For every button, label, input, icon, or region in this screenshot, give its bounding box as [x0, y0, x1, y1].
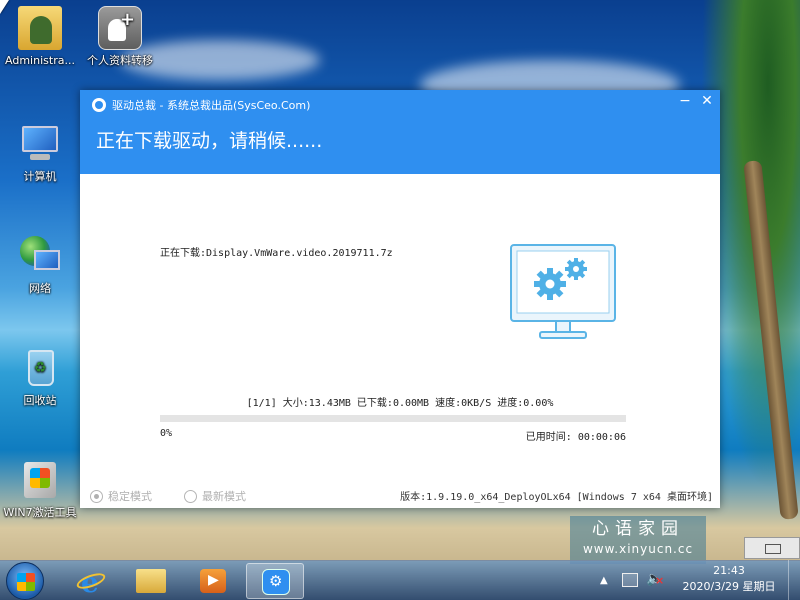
downloading-file-label: 正在下载:Display.VmWare.video.2019711.7z [160, 248, 393, 259]
folder-icon [136, 569, 166, 593]
desktop-icon-label: WIN7激活工具 [3, 506, 77, 519]
window-title: 驱动总裁 - 系统总裁出品(SysCeo.Com) [112, 99, 311, 112]
radio-label: 稳定模式 [108, 490, 152, 503]
show-hidden-icons-icon[interactable]: ▲ [600, 575, 608, 586]
media-player-icon [200, 569, 226, 593]
show-desktop-button[interactable] [788, 560, 800, 600]
mouse-cursor-icon [0, 0, 9, 14]
computer-icon [18, 122, 62, 166]
desktop-icon-recycle-bin[interactable]: 回收站 [0, 346, 80, 408]
start-button[interactable] [6, 562, 44, 600]
desktop-icon-network[interactable]: 网络 [0, 234, 80, 296]
desktop-icon-computer[interactable]: 计算机 [0, 122, 80, 184]
desktop-icon-label: 计算机 [23, 170, 57, 183]
app-logo-icon [92, 98, 106, 112]
window-titlebar[interactable]: 驱动总裁 - 系统总裁出品(SysCeo.Com) [92, 96, 310, 114]
minimize-button[interactable]: − [674, 93, 696, 111]
desktop-icon-label: 个人资料转移 [87, 54, 153, 67]
watermark: 心语家园 www.xinyucn.cc [570, 516, 706, 564]
progress-percent: 0% [160, 428, 173, 439]
network-status-icon[interactable] [622, 573, 638, 587]
clock-time: 21:43 [713, 564, 745, 577]
recycle-bin-icon [18, 346, 62, 390]
window-header: 驱动总裁 - 系统总裁出品(SysCeo.Com) − ✕ 正在下载驱动，请稍候… [80, 90, 720, 174]
watermark-title: 心语家园 [592, 519, 684, 539]
internet-explorer-icon [76, 566, 102, 599]
radio-circle [184, 489, 197, 503]
desktop-icon-label: Administra... [5, 54, 75, 67]
clock-date: 2020/3/29 星期日 [682, 580, 776, 593]
driver-download-window: 驱动总裁 - 系统总裁出品(SysCeo.Com) − ✕ 正在下载驱动，请稍候… [80, 90, 720, 508]
radio-stable-mode[interactable]: 稳定模式 [90, 488, 152, 504]
monitor-gears-icon [510, 244, 616, 339]
taskbar-driver-app[interactable] [246, 563, 304, 599]
radio-label: 最新模式 [202, 490, 246, 503]
taskbar-clock[interactable]: 21:43 2020/3/29 星期日 [674, 563, 784, 595]
version-info: 版本:1.9.19.0_x64_DeployOLx64 [Windows 7 x… [400, 492, 713, 503]
taskbar-explorer[interactable] [122, 563, 180, 599]
add-user-icon [98, 6, 142, 50]
download-stats: [1/1] 大小:13.43MB 已下载:0.00MB 速度:0KB/S 进度:… [246, 398, 554, 409]
progress-bar [160, 415, 626, 422]
desktop-icon-profile-transfer[interactable]: 个人资料转移 [80, 6, 160, 68]
close-button[interactable]: ✕ [696, 93, 718, 111]
desktop-icon-label: 回收站 [23, 394, 57, 407]
radio-circle [90, 489, 103, 503]
elapsed-time: 已用时间: 00:00:06 [525, 432, 626, 443]
keyboard-icon[interactable] [744, 537, 800, 559]
desktop-icon-win7-activation[interactable]: WIN7激活工具 [0, 458, 80, 520]
watermark-url: www.xinyucn.cc [582, 542, 694, 556]
desktop-icon-administrator[interactable]: Administra... [0, 6, 80, 68]
user-folder-icon [18, 6, 62, 50]
desktop: { "desktop_icons": [ {"name": "administr… [0, 0, 800, 600]
desktop-icon-label: 网络 [29, 282, 51, 295]
page-title: 正在下载驱动，请稍候...... [96, 130, 323, 152]
taskbar-internet-explorer[interactable] [60, 563, 118, 599]
driver-app-icon [262, 569, 290, 595]
windows-activation-icon [18, 458, 62, 502]
volume-muted-icon[interactable]: 🔈 [646, 571, 665, 587]
network-icon [18, 234, 62, 278]
taskbar-media-player[interactable] [184, 563, 242, 599]
windows-logo-icon [17, 573, 35, 591]
radio-newest-mode[interactable]: 最新模式 [184, 488, 246, 504]
